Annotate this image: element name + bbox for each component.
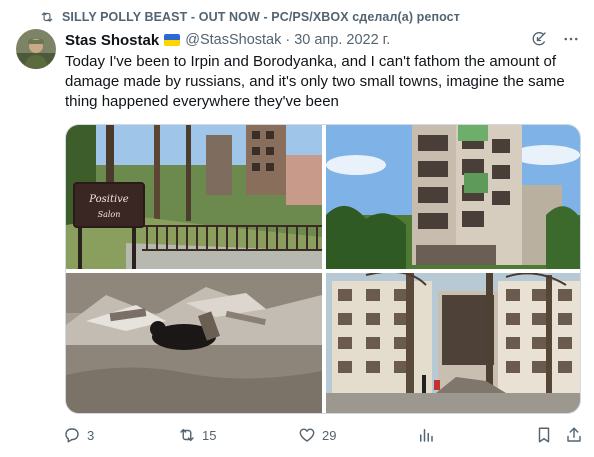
bookmark-icon (535, 426, 553, 444)
repost-button[interactable]: 15 (178, 426, 216, 444)
analytics-icon (417, 426, 435, 444)
separator-dot: · (285, 32, 291, 48)
like-button[interactable]: 29 (298, 426, 336, 444)
like-count: 29 (322, 427, 337, 443)
media-grid: Positive Salon (65, 124, 581, 414)
repost-count: 15 (202, 427, 217, 443)
tweet-date[interactable]: 30 апр. 2022 г. (294, 32, 390, 48)
repost-context[interactable]: SILLY POLLY BEAST - OUT NOW - PC/PS/XBOX… (40, 8, 460, 26)
share-button[interactable] (565, 426, 583, 444)
more-icon[interactable] (562, 30, 580, 48)
share-icon (565, 426, 583, 444)
bookmark-button[interactable] (535, 426, 553, 444)
views-button[interactable] (417, 426, 435, 444)
photo-salon-sign[interactable]: Positive Salon (66, 125, 322, 269)
repost-label: SILLY POLLY BEAST - OUT NOW - PC/PS/XBOX… (62, 10, 460, 24)
sign-text-positive: Positive (88, 194, 129, 205)
grok-icon[interactable] (530, 30, 548, 48)
reply-button[interactable]: 3 (63, 426, 94, 444)
reply-icon (63, 426, 81, 444)
reply-count: 3 (87, 427, 95, 443)
tweet-header: Stas Shostak @StasShostak · 30 апр. 2022… (65, 30, 580, 50)
photo-rubble-dog[interactable] (66, 273, 322, 414)
sign-text-salon: Salon (98, 210, 121, 219)
author-name[interactable]: Stas Shostak (65, 32, 159, 49)
tweet-text: Today I've been to Irpin and Borodyanka,… (65, 53, 565, 110)
action-bar: 3 15 29 (63, 426, 585, 448)
ukraine-flag-icon (164, 34, 181, 46)
heart-icon (298, 426, 316, 444)
photo-damaged-building[interactable] (326, 125, 581, 269)
avatar[interactable] (16, 29, 56, 69)
repost-icon (40, 10, 54, 24)
photo-apartment-block[interactable] (326, 270, 581, 414)
author-handle[interactable]: @StasShostak (185, 32, 281, 48)
repost-icon (178, 426, 196, 444)
